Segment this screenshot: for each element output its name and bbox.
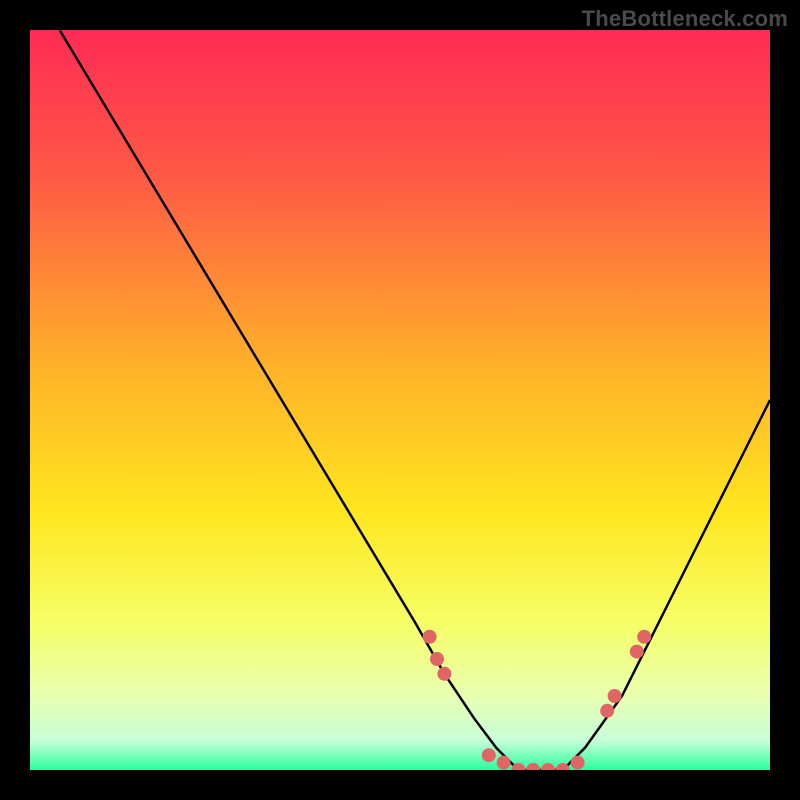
marker-dot xyxy=(630,645,644,659)
chart-frame xyxy=(30,30,770,770)
marker-dot xyxy=(430,652,444,666)
marker-dot xyxy=(482,748,496,762)
marker-dot xyxy=(608,689,622,703)
gradient-background xyxy=(30,30,770,770)
marker-dot xyxy=(437,667,451,681)
marker-dot xyxy=(497,756,511,770)
attribution-text: TheBottleneck.com xyxy=(582,6,788,32)
chart-svg xyxy=(30,30,770,770)
marker-dot xyxy=(423,630,437,644)
marker-dot xyxy=(637,630,651,644)
marker-dot xyxy=(600,704,614,718)
marker-dot xyxy=(571,756,585,770)
